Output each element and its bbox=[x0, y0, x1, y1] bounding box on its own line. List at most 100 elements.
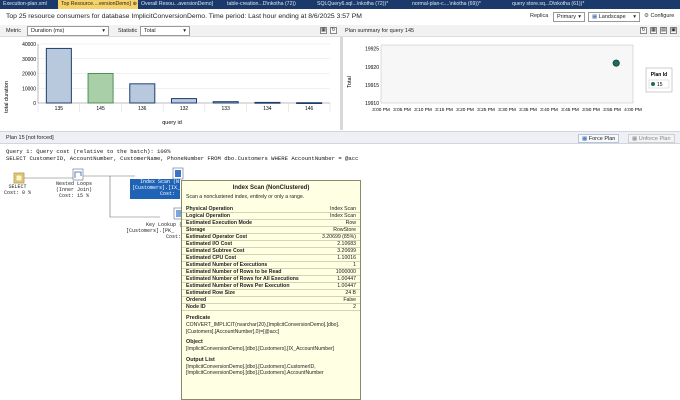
y-tick-label: 40000 bbox=[22, 42, 36, 48]
x-tick-label: 3:55 PM bbox=[603, 107, 621, 113]
x-tick-label: 145 bbox=[96, 106, 105, 112]
tab-query-store[interactable]: query store.sq...D\nkotha (61))* bbox=[509, 0, 609, 9]
y-tick-label: 19915 bbox=[365, 83, 379, 89]
legend-title: Plan Id bbox=[651, 72, 667, 78]
tooltip-row-key: Estimated Subtree Cost bbox=[186, 248, 245, 254]
x-tick-label: 3:30 PM bbox=[498, 107, 516, 113]
tooltip-row-value: 1000000 bbox=[335, 269, 356, 275]
x-axis-label: query id bbox=[162, 120, 182, 126]
bar bbox=[87, 73, 114, 104]
refresh-button[interactable]: ↻ bbox=[330, 27, 337, 34]
layout-value: Landscape bbox=[598, 14, 626, 20]
unforce-plan-icon: ▦ bbox=[632, 136, 638, 142]
x-tick-label: 3:35 PM bbox=[519, 107, 537, 113]
report-header: Top 25 resource consumers for database I… bbox=[0, 9, 680, 25]
bar bbox=[212, 101, 239, 104]
tooltip-row-value: 2.10683 bbox=[337, 241, 356, 247]
metric-dropdown[interactable]: Duration (ms) ▾ bbox=[27, 26, 109, 36]
index-scan-icon[interactable] bbox=[172, 167, 184, 180]
grid-view-button[interactable]: ▦ bbox=[320, 27, 327, 34]
tooltip-row-value: 1.00447 bbox=[337, 276, 356, 282]
tooltip-row-value: RowStore bbox=[333, 227, 356, 233]
tooltip-row-key: Node ID bbox=[186, 304, 206, 310]
tooltip-row: Estimated Number of Executions 1 bbox=[182, 262, 360, 269]
plot-area bbox=[380, 44, 634, 104]
tooltip-row: Estimated Number of Rows to be Read 10000… bbox=[182, 269, 360, 276]
x-tick-label: 136 bbox=[138, 106, 147, 112]
page-title: Top 25 resource consumers for database I… bbox=[6, 13, 362, 20]
scatter-point bbox=[612, 59, 620, 67]
bar bbox=[45, 47, 72, 104]
nested-loops-label: Nested Loops (Inner Join) Cost: 15 % bbox=[56, 181, 92, 199]
pin-icon[interactable]: ⊕ bbox=[133, 1, 137, 7]
select-node-cost: Cost: 0 % bbox=[4, 190, 32, 196]
x-tick-label: 3:10 PM bbox=[414, 107, 432, 113]
x-tick-label: 3:25 PM bbox=[477, 107, 495, 113]
x-tick-label: 3:45 PM bbox=[561, 107, 579, 113]
bar bbox=[254, 101, 281, 104]
tooltip-row-key: Estimated Number of Rows Per Execution bbox=[186, 283, 290, 289]
plan-toolbar: Plan 15 [not forced] ▦ Force Plan ▦ Unfo… bbox=[0, 131, 680, 144]
tooltip-row-key: Estimated I/O Cost bbox=[186, 241, 233, 247]
operator-tooltip: Index Scan (NonClustered) Scan a nonclus… bbox=[181, 180, 361, 400]
statistic-dropdown[interactable]: Total ▾ bbox=[140, 26, 190, 36]
chevron-down-icon: ▾ bbox=[183, 28, 186, 34]
predicate-text: CONVERT_IMPLICIT(nvarchar(20),[ImplicitC… bbox=[186, 322, 340, 335]
tooltip-row-key: Estimated CPU Cost bbox=[186, 255, 237, 261]
tooltip-row-value: Row bbox=[345, 220, 356, 226]
tab-execution-plan[interactable]: Execution-plan.xml bbox=[0, 0, 58, 9]
tab-label: table-creation...D\nkotha (72)) bbox=[227, 1, 296, 7]
key-lookup-label: Key Lookup ( [Customers].[PK_ Cost: bbox=[126, 222, 182, 240]
predicate-label: Predicate bbox=[186, 315, 211, 321]
select-node-icon[interactable] bbox=[13, 172, 25, 184]
layout-icon: ▦ bbox=[592, 14, 599, 20]
tooltip-row: Estimated Number of Rows Per Execution 1.… bbox=[182, 283, 360, 290]
tab-top-resource[interactable]: Top Resource....versionDemo]⊕× bbox=[58, 0, 138, 9]
tooltip-row-key: Estimated Execution Mode bbox=[186, 220, 253, 226]
chevron-down-icon: ▾ bbox=[102, 28, 105, 34]
x-tick-label: 146 bbox=[305, 106, 314, 112]
nested-loops-icon[interactable] bbox=[72, 168, 84, 181]
tooltip-row-value: 24 B bbox=[345, 290, 356, 296]
chart-icon[interactable]: ▤ bbox=[660, 27, 667, 34]
metric-value: Duration (ms) bbox=[31, 28, 65, 34]
x-tick-label: 3:15 PM bbox=[435, 107, 453, 113]
configure-button[interactable]: ⚙ Configure bbox=[644, 13, 674, 19]
refresh-icon[interactable]: ↻ bbox=[640, 27, 647, 34]
x-tick-label: 4:00 PM bbox=[624, 107, 642, 113]
plan-summary-chart: Total 19925 19920 19915 19910 3:00 PM 3:05 PM… bbox=[343, 37, 680, 130]
x-tick-label: 3:20 PM bbox=[456, 107, 474, 113]
tab-normal-plan[interactable]: normal-plan-c....\nkotha (69))* bbox=[409, 0, 509, 9]
layout-dropdown[interactable]: ▦ Landscape ▾ bbox=[588, 12, 640, 22]
bar bbox=[129, 83, 156, 104]
legend-marker bbox=[651, 82, 655, 86]
x-tick-label: 134 bbox=[263, 106, 272, 112]
tab-label: Top Resource....versionDemo] bbox=[61, 1, 131, 7]
tab-sqlquery6[interactable]: SQLQuery6.sql...\nkotha (72))* bbox=[314, 0, 409, 9]
tooltip-row: Estimated CPU Cost 1.10016 bbox=[182, 255, 360, 262]
nested-loops-cost: Cost: 15 % bbox=[59, 193, 90, 199]
y-tick-label: 19920 bbox=[365, 65, 379, 71]
tooltip-row-key: Estimated Row Size bbox=[186, 290, 236, 296]
select-node-label: SELECT Cost: 0 % bbox=[4, 184, 31, 196]
bar bbox=[170, 98, 198, 104]
force-plan-label: Force Plan bbox=[588, 136, 616, 142]
tooltip-row-key: Logical Operation bbox=[186, 213, 231, 219]
x-tick-label: 132 bbox=[180, 106, 189, 112]
tooltip-row: Logical Operation Index Scan bbox=[182, 213, 360, 220]
index-scan-node-selected[interactable]: Index Scan (N [Customers].[IX_ Cost: bbox=[130, 179, 180, 199]
object-label: Object bbox=[186, 339, 203, 345]
tooltip-row-value: 1.10016 bbox=[337, 255, 356, 261]
tab-table-creation[interactable]: table-creation...D\nkotha (72)) bbox=[224, 0, 314, 9]
settings-icon[interactable]: ▣ bbox=[670, 27, 677, 34]
grid-icon[interactable]: ▦ bbox=[650, 27, 657, 34]
plan-label: Plan 15 [not forced] bbox=[6, 135, 54, 141]
legend-entry: 15 bbox=[657, 82, 663, 88]
tab-overall-resource[interactable]: Overall Resou...aversionDemo] bbox=[138, 0, 224, 9]
replica-dropdown[interactable]: Primary ▾ bbox=[553, 12, 585, 22]
y-tick-label: 19925 bbox=[365, 47, 379, 53]
force-plan-button[interactable]: ▦ Force Plan bbox=[578, 134, 620, 143]
tooltip-row-key: Estimated Number of Executions bbox=[186, 262, 268, 268]
unforce-plan-button[interactable]: ▦ Unforce Plan bbox=[628, 134, 675, 143]
tooltip-row-key: Physical Operation bbox=[186, 206, 233, 212]
